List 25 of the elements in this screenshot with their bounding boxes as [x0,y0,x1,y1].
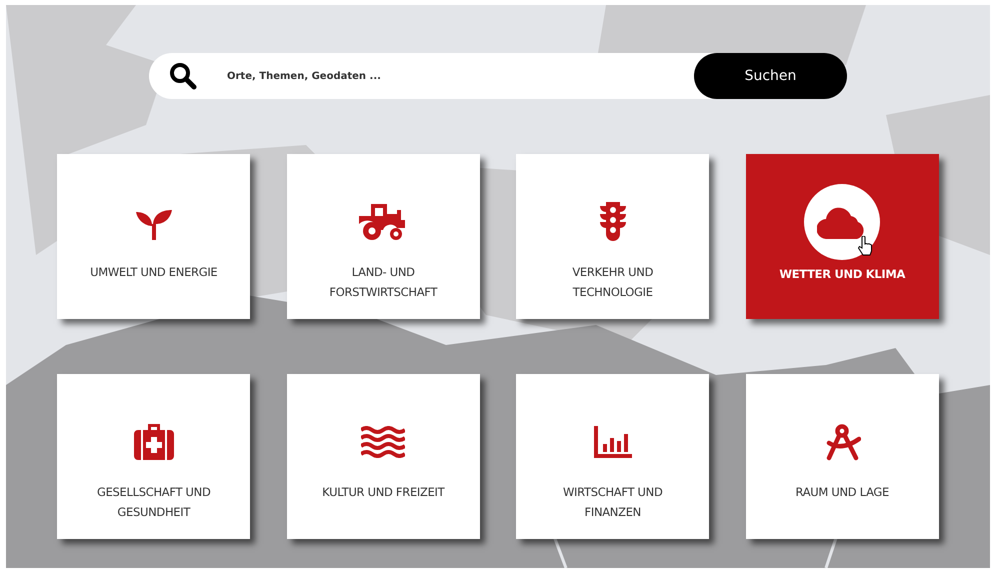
waves-icon [361,426,406,458]
category-tile[interactable]: KULTUR UND FREIZEIT [286,374,480,539]
category-tile[interactable]: UMWELT UND ENERGIE [57,154,250,319]
hand-pointer-icon [856,236,873,256]
category-label: GESELLSCHAFT UND GESUNDHEIT [96,484,211,521]
search-button[interactable]: Suchen [694,53,847,99]
tractor-icon [359,202,408,242]
first-aid-kit-icon [134,424,174,460]
category-label: VERKEHR UND TECHNOLOGIE [572,264,654,301]
category-tile[interactable]: WETTER UND KLIMA [746,154,939,319]
category-label: UMWELT UND ENERGIE [90,264,218,281]
category-tile[interactable]: LAND- UND FORSTWIRTSCHAFT [286,154,480,319]
category-tile[interactable]: VERKEHR UND TECHNOLOGIE [516,154,710,319]
bar-chart-icon [594,426,632,458]
category-label: WIRTSCHAFT UND FINANZEN [562,484,663,521]
category-label: LAND- UND FORSTWIRTSCHAFT [329,264,438,301]
category-tile[interactable]: GESELLSCHAFT UND GESUNDHEIT [57,374,250,539]
category-tile[interactable]: WIRTSCHAFT UND FINANZEN [516,374,710,539]
search-field[interactable]: Orte, Themen, Geodaten ... Suchen [149,53,847,99]
category-label: RAUM UND LAGE [795,484,890,501]
search-icon [169,62,197,90]
traffic-light-icon [600,202,626,242]
category-tile[interactable]: RAUM UND LAGE [746,374,939,539]
category-label: WETTER UND KLIMA [779,266,906,283]
category-label: KULTUR UND FREIZEIT [322,484,444,501]
